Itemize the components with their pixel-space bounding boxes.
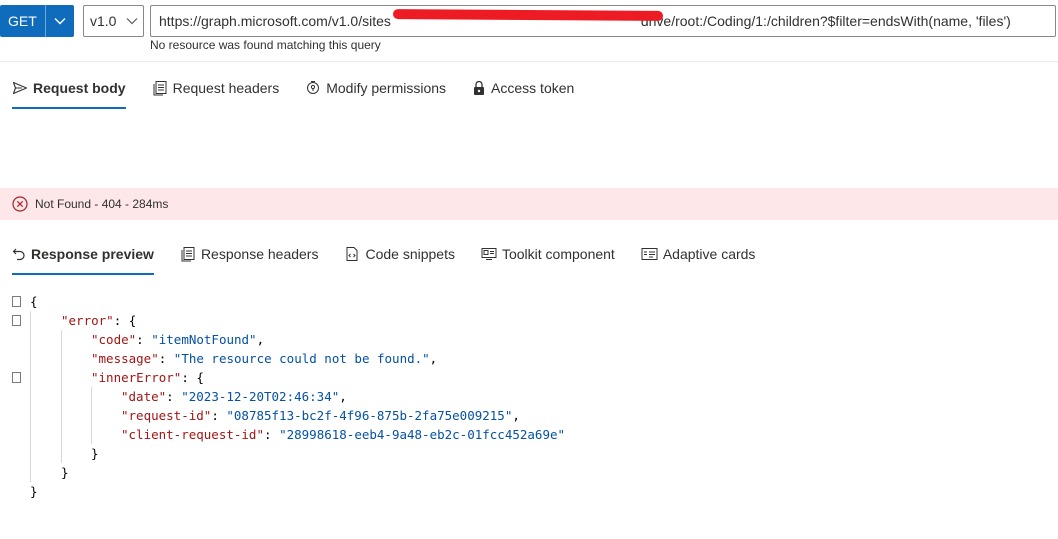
url-prefix: https://graph.microsoft.com/v1.0/sites: [159, 13, 391, 29]
tab-modify-permissions[interactable]: Modify permissions: [305, 71, 446, 105]
headers-icon: [180, 246, 196, 262]
response-json-viewer[interactable]: { "error": { "code": "itemNotFound", "me…: [0, 292, 1058, 501]
tab-request-headers[interactable]: Request headers: [152, 71, 280, 105]
url-suffix: drive/root:/Coding/1:/children?$filter=e…: [640, 13, 1011, 29]
fold-toggle[interactable]: [12, 315, 21, 326]
undo-icon: [12, 247, 26, 261]
chevron-down-icon: [46, 17, 74, 25]
json-line: }: [0, 444, 1058, 463]
tab-label: Request headers: [172, 80, 280, 96]
url-input[interactable]: https://graph.microsoft.com/v1.0/sites dr…: [150, 5, 1056, 37]
tab-label: Access token: [491, 80, 575, 96]
tab-adaptive-cards[interactable]: Adaptive cards: [641, 237, 756, 271]
tab-label: Response headers: [200, 246, 319, 262]
tab-response-headers[interactable]: Response headers: [180, 237, 319, 271]
json-line: }: [30, 484, 38, 499]
json-line: "error": {: [0, 311, 1058, 330]
tab-label: Code snippets: [365, 246, 455, 262]
headers-icon: [152, 80, 168, 96]
json-line: "date": "2023-12-20T02:46:34",: [0, 387, 1058, 406]
tab-label: Toolkit component: [501, 246, 615, 262]
fold-toggle[interactable]: [12, 296, 21, 307]
fold-toggle[interactable]: [12, 372, 21, 383]
json-line: "code": "itemNotFound",: [0, 330, 1058, 349]
tab-label: Adaptive cards: [662, 246, 756, 262]
redaction-mark: [392, 9, 664, 21]
send-icon: [12, 81, 28, 95]
version-dropdown[interactable]: v1.0: [83, 5, 144, 37]
tab-access-token[interactable]: Access token: [472, 71, 574, 105]
toolkit-icon: [481, 247, 497, 261]
tab-label: Request body: [33, 80, 126, 96]
json-line: "message": "The resource could not be fo…: [0, 349, 1058, 368]
tab-code-snippets[interactable]: Code snippets: [344, 237, 455, 271]
http-method-dropdown[interactable]: GET: [0, 5, 74, 37]
lock-icon: [472, 80, 486, 96]
json-line: }: [0, 463, 1058, 482]
divider: [0, 61, 1058, 62]
code-icon: [344, 246, 360, 262]
card-icon: [641, 247, 658, 261]
tab-request-body[interactable]: Request body: [12, 71, 126, 109]
permissions-icon: [305, 80, 321, 96]
tab-toolkit-component[interactable]: Toolkit component: [481, 237, 615, 271]
status-text: Not Found - 404 - 284ms: [35, 197, 169, 211]
chevron-down-icon: [121, 17, 143, 25]
http-method-label: GET: [8, 13, 37, 29]
json-line: "client-request-id": "28998618-eeb4-9a48…: [0, 425, 1058, 444]
error-circle-icon: [12, 196, 28, 212]
tab-label: Modify permissions: [326, 80, 447, 96]
status-message-bar: Not Found - 404 - 284ms: [0, 188, 1058, 220]
tab-label: Response preview: [31, 246, 154, 262]
json-line: {: [0, 292, 1058, 311]
json-line: "innerError": {: [0, 368, 1058, 387]
url-hint: No resource was found matching this quer…: [150, 38, 381, 52]
tab-response-preview[interactable]: Response preview: [12, 237, 154, 275]
version-label: v1.0: [90, 13, 117, 29]
request-tabs: Request body Request headers Modify perm…: [12, 71, 600, 109]
json-line: "request-id": "08785f13-bc2f-4f96-875b-2…: [0, 406, 1058, 425]
response-tabs: Response preview Response headers Code s…: [12, 237, 781, 275]
